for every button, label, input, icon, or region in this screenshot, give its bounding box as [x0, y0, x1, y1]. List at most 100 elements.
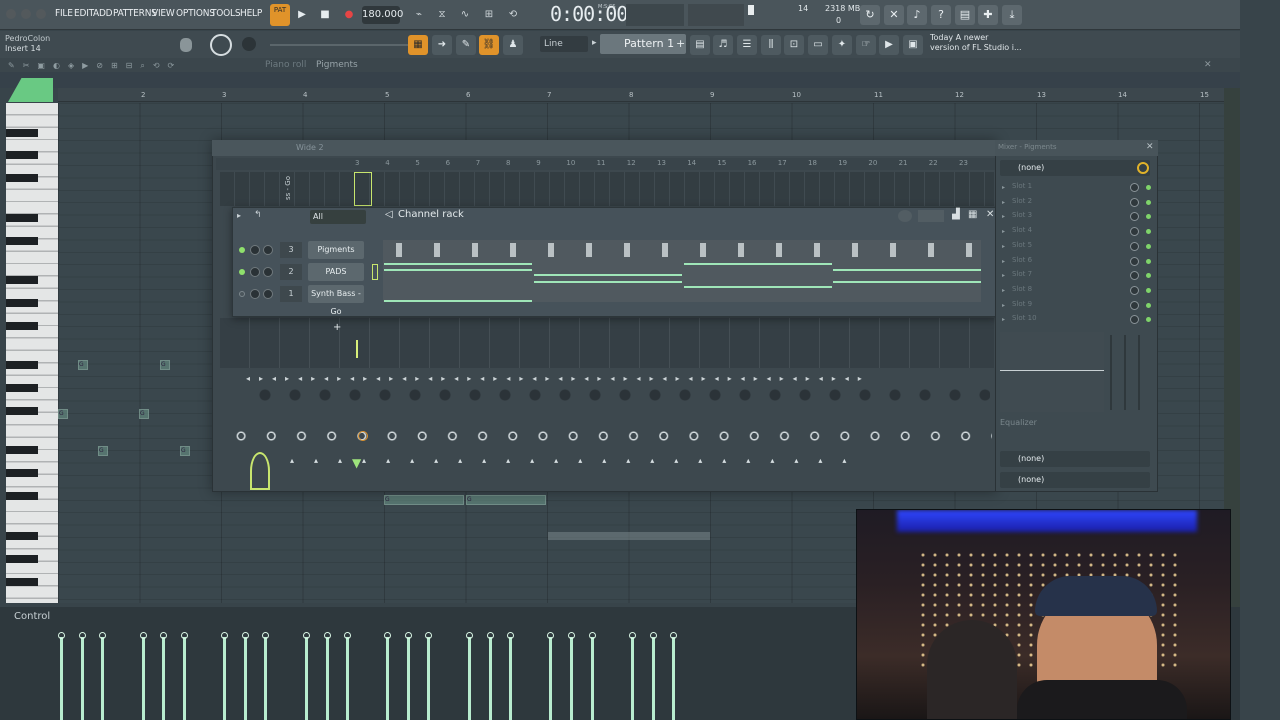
slot-mix-knob[interactable]	[1130, 241, 1139, 251]
velocity-handle[interactable]	[425, 632, 432, 639]
slot-mix-knob[interactable]	[1130, 300, 1139, 310]
effect-slot-name[interactable]: Slot 10	[1012, 314, 1037, 322]
note[interactable]: G	[180, 446, 190, 456]
velocity-bar[interactable]	[549, 637, 552, 720]
velocity-handle[interactable]	[99, 632, 106, 639]
effect-slot-name[interactable]: Slot 4	[1012, 226, 1032, 234]
link-icon[interactable]: ⛓	[479, 35, 499, 55]
slot-enable-led[interactable]	[1146, 287, 1151, 293]
velocity-handle[interactable]	[324, 632, 331, 639]
note[interactable]: G	[139, 409, 149, 419]
effect-slot-name[interactable]: Slot 5	[1012, 241, 1032, 249]
browser-icon[interactable]: ⊡	[784, 35, 804, 55]
velocity-bar[interactable]	[652, 637, 655, 720]
effect-slot-name[interactable]: Slot 3	[1012, 211, 1032, 219]
master-pitch-knob[interactable]	[242, 37, 256, 51]
minimize-window-button[interactable]	[21, 9, 31, 19]
eq-sliders[interactable]	[1110, 335, 1150, 410]
stop-icon[interactable]: ■	[316, 6, 334, 24]
channel-name-button[interactable]: PADS	[308, 263, 364, 281]
menu-add[interactable]: ADD	[93, 8, 113, 19]
download-icon[interactable]: ⤓	[1002, 5, 1022, 25]
menu-options[interactable]: OPTIONS	[176, 8, 215, 19]
wait-input-icon[interactable]: ⧖	[433, 6, 451, 24]
arrow-right-icon[interactable]: ➜	[432, 35, 452, 55]
graph-icon[interactable]: ▟	[952, 209, 960, 220]
channel-volume-knob[interactable]	[250, 245, 260, 255]
snap-mode-select[interactable]: Line	[540, 36, 588, 52]
route-buttons-row[interactable]	[226, 430, 992, 442]
performance-icon[interactable]: ▶	[879, 35, 899, 55]
send-arrows-row[interactable]: ▴▴▴▴▴▴▴▴▴▴▴▴▴▴▴▴▴▴▴▴▴▴▴▴	[290, 456, 990, 466]
black-key[interactable]	[6, 361, 38, 369]
pattern-prev-icon[interactable]: ▸	[592, 38, 597, 48]
menu-file[interactable]: FILE	[55, 8, 73, 19]
black-key[interactable]	[6, 214, 38, 222]
slot-arrow-icon[interactable]: ▸	[1002, 213, 1005, 220]
velocity-handle[interactable]	[589, 632, 596, 639]
undo-history-icon[interactable]: ↻	[860, 5, 880, 25]
velocity-handle[interactable]	[405, 632, 412, 639]
slot-arrow-icon[interactable]: ▸	[1002, 287, 1005, 294]
effect-slot-name[interactable]: Slot 8	[1012, 285, 1032, 293]
maximize-window-button[interactable]	[36, 9, 46, 19]
channel-select-indicator[interactable]	[372, 264, 378, 280]
velocity-bar[interactable]	[570, 637, 573, 720]
velocity-bar[interactable]	[672, 637, 675, 720]
channel-pan-knob[interactable]	[263, 267, 273, 277]
velocity-handle[interactable]	[242, 632, 249, 639]
slot-enable-led[interactable]	[1146, 258, 1151, 264]
black-key[interactable]	[6, 578, 38, 586]
pattern-song-toggle[interactable]: PAT	[270, 4, 290, 26]
slot-arrow-icon[interactable]: ▸	[1002, 199, 1005, 206]
slot-arrow-icon[interactable]: ▸	[1002, 272, 1005, 279]
menu-view[interactable]: VIEW	[152, 8, 175, 19]
slot-mix-knob[interactable]	[1130, 285, 1139, 295]
slot-enable-led[interactable]	[1146, 199, 1151, 205]
active-send-arrow[interactable]: ▼	[352, 456, 361, 470]
channel-volume-knob[interactable]	[250, 289, 260, 299]
step-sequencer-steps[interactable]	[220, 172, 994, 206]
playlist-icon[interactable]: ▤	[690, 35, 710, 55]
add-pattern-icon[interactable]: +	[676, 37, 685, 50]
add-channel-button[interactable]: +	[333, 322, 341, 333]
rack-menu-arrow-icon[interactable]: ▸	[237, 211, 241, 220]
slot-arrow-icon[interactable]: ▸	[1002, 243, 1005, 250]
pan-knobs-row[interactable]	[250, 388, 990, 402]
velocity-handle[interactable]	[547, 632, 554, 639]
slot-arrow-icon[interactable]: ▸	[1002, 258, 1005, 265]
channel-led[interactable]	[239, 269, 245, 275]
slot-arrow-icon[interactable]: ▸	[1002, 316, 1005, 323]
black-key[interactable]	[6, 322, 38, 330]
selected-route-button[interactable]	[358, 431, 368, 441]
velocity-bar[interactable]	[305, 637, 308, 720]
microphone-icon[interactable]: ♪	[907, 5, 927, 25]
close-icon[interactable]: ✕	[986, 209, 994, 220]
velocity-bar[interactable]	[101, 637, 104, 720]
song-position-slider[interactable]	[626, 4, 684, 26]
velocity-handle[interactable]	[58, 632, 65, 639]
step-edit-icon[interactable]: ⊞	[480, 6, 498, 24]
mixer-output-select-1[interactable]: (none)	[1000, 451, 1150, 467]
tempo-tapper-icon[interactable]: ▣	[903, 35, 923, 55]
velocity-bar[interactable]	[407, 637, 410, 720]
velocity-handle[interactable]	[221, 632, 228, 639]
velocity-bar[interactable]	[326, 637, 329, 720]
velocity-handle[interactable]	[568, 632, 575, 639]
stamp-icon[interactable]: ♟	[503, 35, 523, 55]
effect-slot-name[interactable]: Slot 1	[1012, 182, 1032, 190]
channel-led[interactable]	[239, 291, 245, 297]
velocity-bar[interactable]	[142, 637, 145, 720]
channel-pan-knob[interactable]	[263, 245, 273, 255]
velocity-bar[interactable]	[489, 637, 492, 720]
control-label[interactable]: Control	[14, 611, 50, 622]
save-icon[interactable]: ▤	[955, 5, 975, 25]
velocity-handle[interactable]	[181, 632, 188, 639]
velocity-bar[interactable]	[468, 637, 471, 720]
menu-edit[interactable]: EDIT	[74, 8, 94, 19]
velocity-handle[interactable]	[262, 632, 269, 639]
tempo-display[interactable]: 180.000	[362, 6, 403, 24]
tools-icon[interactable]: ✕	[884, 5, 904, 25]
velocity-handle[interactable]	[487, 632, 494, 639]
velocity-bar[interactable]	[386, 637, 389, 720]
